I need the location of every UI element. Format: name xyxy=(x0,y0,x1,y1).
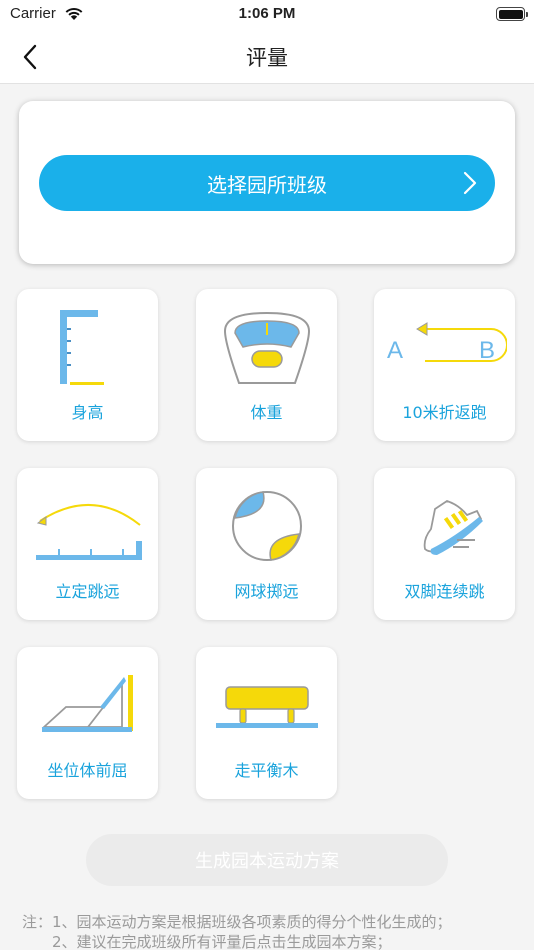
status-time: 1:06 PM xyxy=(238,5,296,22)
standing-long-jump-icon xyxy=(35,503,142,560)
item-label: 立定跳远 xyxy=(55,582,120,601)
svg-text:A: A xyxy=(387,337,403,364)
item-label: 走平衡木 xyxy=(234,761,299,780)
page-title: 评量 xyxy=(246,46,288,70)
svg-text:B: B xyxy=(479,337,495,364)
item-sit-and-reach[interactable]: 坐位体前屈 xyxy=(17,647,158,799)
item-label: 坐位体前屈 xyxy=(47,761,128,780)
note-line-1: 注：1、园本运动方案是根据班级各项素质的得分个性化生成的； xyxy=(22,913,452,931)
notes: 注：1、园本运动方案是根据班级各项素质的得分个性化生成的； 2、建议在完成班级所… xyxy=(22,912,532,950)
item-label: 体重 xyxy=(250,403,283,422)
item-tennis-throw[interactable]: 网球掷远 xyxy=(196,468,337,620)
item-label: 10米折返跑 xyxy=(402,403,487,422)
assessment-grid: 身高 体重 A B 10米折返跑 立定跳远 网球掷远 双脚连续跳 坐位体前屈 走… xyxy=(17,289,517,801)
item-balance-beam[interactable]: 走平衡木 xyxy=(196,647,337,799)
jumping-shoe-icon xyxy=(423,500,483,555)
item-height[interactable]: 身高 xyxy=(17,289,158,441)
item-weight[interactable]: 体重 xyxy=(196,289,337,441)
status-bar: Carrier 1:06 PM xyxy=(0,0,534,30)
weight-scale-icon xyxy=(223,311,310,384)
height-measure-icon xyxy=(59,310,104,385)
item-label: 身高 xyxy=(71,403,104,422)
class-selector-card: 选择园所班级 xyxy=(19,101,515,264)
shuttle-run-icon: A B xyxy=(387,322,507,364)
item-shuttle-run[interactable]: A B 10米折返跑 xyxy=(374,289,515,441)
generate-plan-button[interactable]: 生成园本运动方案 xyxy=(86,834,448,886)
nav-bar: 评量 xyxy=(0,30,534,84)
chevron-right-icon xyxy=(463,171,477,195)
battery-icon xyxy=(496,7,528,21)
balance-beam-icon xyxy=(215,686,318,728)
item-standing-long-jump[interactable]: 立定跳远 xyxy=(17,468,158,620)
select-class-label: 选择园所班级 xyxy=(207,172,327,197)
sit-and-reach-icon xyxy=(41,675,133,732)
item-label: 双脚连续跳 xyxy=(404,582,485,601)
note-line-2: 2、建议在完成班级所有评量后点击生成园本方案； xyxy=(52,933,392,950)
generate-plan-label: 生成园本运动方案 xyxy=(195,851,339,872)
item-label: 网球掷远 xyxy=(234,582,299,601)
item-continuous-jump[interactable]: 双脚连续跳 xyxy=(374,468,515,620)
tennis-ball-throw-icon xyxy=(231,491,302,561)
select-class-button[interactable]: 选择园所班级 xyxy=(39,155,495,211)
